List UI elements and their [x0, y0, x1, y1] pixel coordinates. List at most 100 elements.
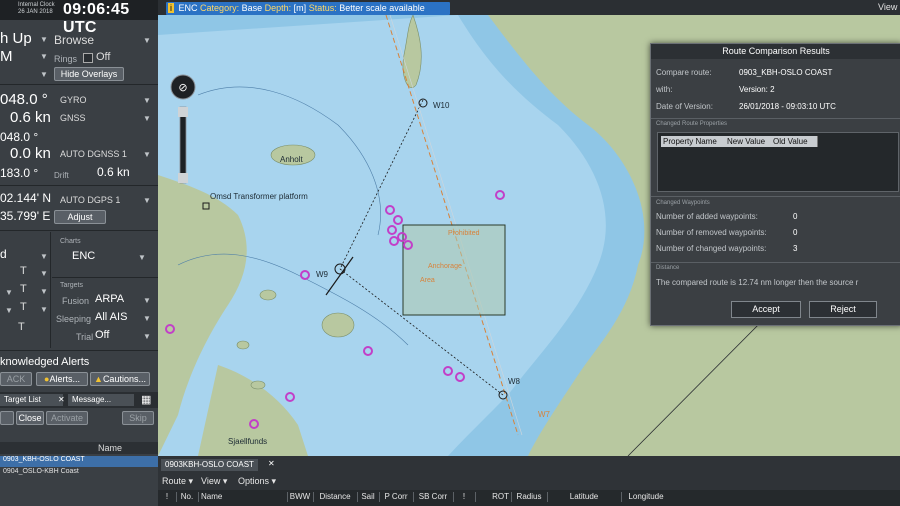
activate-button[interactable]: Activate — [46, 411, 88, 425]
chevron-down-icon[interactable]: ▼ — [5, 288, 13, 297]
divider — [52, 277, 158, 278]
column-header[interactable]: BWW — [287, 492, 314, 502]
clock-date: 26 JAN 2018 — [18, 9, 53, 15]
chevron-down-icon[interactable]: ▼ — [143, 332, 151, 341]
chevron-down-icon[interactable]: ▼ — [40, 35, 48, 44]
column-header[interactable]: P Corr — [379, 492, 414, 502]
chevron-down-icon[interactable]: ▼ — [143, 150, 151, 159]
list-item[interactable]: 0903_KBH-OSLO COAST — [0, 456, 158, 467]
removed-waypoints-label: Number of removed waypoints: — [656, 228, 767, 237]
chevron-down-icon[interactable]: ▼ — [40, 70, 48, 79]
motion-value[interactable]: M — [0, 48, 13, 65]
chevron-down-icon[interactable]: ▼ — [40, 52, 48, 61]
chevron-down-icon[interactable]: ▼ — [5, 306, 13, 315]
waypoint-w7-label[interactable]: W7 — [538, 410, 550, 419]
grid-menu-icon[interactable]: ▦ — [141, 393, 151, 406]
compare-route-value: 0903_KBH-OSLO COAST — [739, 68, 833, 77]
property-name-column[interactable]: Property Name — [661, 136, 726, 147]
reject-button[interactable]: Reject — [809, 301, 877, 318]
chevron-down-icon[interactable]: ▼ — [143, 314, 151, 323]
menu-options[interactable]: Options ▾ — [238, 476, 276, 487]
status-label: Status: — [308, 3, 337, 13]
chevron-down-icon[interactable]: ▼ — [143, 196, 151, 205]
status-value: Better scale available — [339, 3, 425, 13]
close-button[interactable]: Close — [16, 411, 44, 425]
chevron-down-icon[interactable]: ▼ — [40, 269, 48, 278]
charts-label: Charts — [60, 238, 81, 245]
orientation-value[interactable]: h Up — [0, 30, 32, 47]
fusion-select[interactable]: ARPA — [95, 293, 124, 305]
properties-table[interactable]: Property Name New Value Old Value — [657, 132, 899, 192]
changed-properties-section: Changed Route Properties — [656, 121, 728, 127]
column-header[interactable]: Longitude — [621, 492, 671, 502]
trial-select[interactable]: Off — [95, 329, 109, 341]
view-menu[interactable]: View — [878, 2, 897, 12]
zoom-slider-bottom — [178, 173, 188, 183]
adjust-button[interactable]: Adjust — [54, 210, 106, 224]
waypoint-w9-label[interactable]: W9 — [316, 270, 328, 279]
date-of-version-value: 26/01/2018 - 09:03:10 UTC — [739, 102, 836, 111]
heading-source: GYRO — [60, 95, 87, 105]
removed-waypoints-value: 0 — [793, 228, 798, 237]
waypoint-w10-label[interactable]: W10 — [433, 101, 449, 110]
clock-bar: Internal Clock 26 JAN 2018 09:06:45 UTC — [0, 0, 158, 36]
divider — [651, 118, 900, 119]
column-header[interactable]: Latitude — [547, 492, 622, 502]
list-item[interactable]: 0904_OSLO-KBH Coast — [0, 468, 158, 479]
chevron-down-icon[interactable]: ▼ — [138, 253, 146, 262]
close-icon[interactable]: ✕ — [58, 395, 65, 404]
chevron-down-icon[interactable]: ▼ — [143, 96, 151, 105]
mode-value[interactable]: Browse — [54, 33, 94, 47]
small-button[interactable] — [0, 411, 14, 425]
chevron-down-icon[interactable]: ▼ — [40, 305, 48, 314]
alerts-button-label: Alerts... — [49, 374, 80, 384]
new-value-column[interactable]: New Value — [725, 136, 772, 147]
accept-button[interactable]: Accept — [731, 301, 801, 318]
date-of-version-label: Date of Version: — [656, 102, 713, 111]
chevron-down-icon[interactable]: ▼ — [40, 287, 48, 296]
column-header[interactable]: ! — [453, 492, 476, 502]
tab-message[interactable]: Message... — [68, 394, 134, 406]
changed-waypoints-label: Number of changed waypoints: — [656, 244, 767, 253]
chevron-down-icon[interactable]: ▼ — [143, 296, 151, 305]
chevron-down-icon[interactable]: ▼ — [143, 36, 151, 45]
column-header[interactable]: Distance — [313, 492, 358, 502]
column-header[interactable]: Name — [198, 492, 288, 502]
column-header[interactable]: Radius — [511, 492, 548, 502]
clock-time: 09:06:45 UTC — [63, 1, 130, 36]
alerts-button[interactable]: ●Alerts... — [36, 372, 88, 386]
zoom-slider-track — [179, 106, 187, 184]
hide-overlays-button[interactable]: Hide Overlays — [54, 67, 124, 81]
added-waypoints-label: Number of added waypoints: — [656, 212, 758, 221]
menu-view[interactable]: View ▾ — [201, 476, 227, 487]
enc-status-bar[interactable]: i ENC Category: Base Depth: [m] Status: … — [166, 2, 450, 15]
column-header[interactable]: ! — [158, 492, 177, 502]
tab-target-list[interactable]: Target List — [0, 394, 63, 406]
chevron-down-icon[interactable]: ▼ — [40, 252, 48, 261]
rings-value: Off — [96, 51, 111, 63]
close-icon[interactable]: ✕ — [268, 459, 275, 468]
chevron-down-icon[interactable]: ▼ — [143, 114, 151, 123]
distance-section: Distance — [656, 265, 680, 271]
column-header[interactable]: SB Corr — [413, 492, 454, 502]
enc-label: ENC — [178, 3, 198, 13]
menu-route[interactable]: Route ▾ — [162, 476, 193, 487]
waypoint-w8-label[interactable]: W8 — [508, 377, 520, 386]
rings-checkbox[interactable] — [83, 53, 93, 63]
tab-route[interactable]: 0903KBH-OSLO COAST — [161, 459, 258, 471]
column-header[interactable]: ROT — [475, 492, 512, 502]
skip-button[interactable]: Skip — [122, 411, 154, 425]
menu-options-label: Options — [238, 476, 270, 486]
sleeping-select[interactable]: All AIS — [95, 311, 127, 323]
charts-select[interactable]: ENC — [72, 250, 95, 262]
cautions-button[interactable]: ▲Cautions... — [90, 372, 150, 386]
rings-label: Rings — [54, 54, 78, 64]
divider — [0, 230, 158, 231]
ack-button[interactable]: ACK — [0, 372, 32, 386]
with-label: with: — [656, 85, 673, 94]
menu-view-label: View — [201, 476, 221, 486]
old-value-column[interactable]: Old Value — [771, 136, 818, 147]
t-mark: T — [20, 283, 27, 295]
column-header[interactable]: Sail — [357, 492, 380, 502]
column-header[interactable]: No. — [176, 492, 199, 502]
